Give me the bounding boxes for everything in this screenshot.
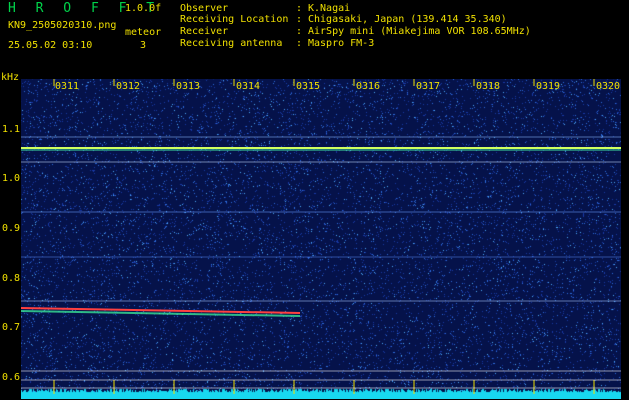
time-label-0316: 0316 bbox=[356, 81, 381, 92]
time-label-0311: 0311 bbox=[55, 81, 80, 92]
time-label-0319: 0319 bbox=[536, 81, 561, 92]
time-label-0317: 0317 bbox=[416, 81, 441, 92]
time-label-0313: 0313 bbox=[176, 81, 201, 92]
spectrogram-overlay bbox=[19, 78, 622, 400]
time-label-0314: 0314 bbox=[236, 81, 261, 92]
time-label-0318: 0318 bbox=[476, 81, 501, 92]
time-label-0320: 0320 bbox=[596, 81, 621, 92]
time-label-0312: 0312 bbox=[116, 81, 141, 92]
spectrogram-frame bbox=[20, 78, 622, 400]
time-label-0315: 0315 bbox=[296, 81, 321, 92]
